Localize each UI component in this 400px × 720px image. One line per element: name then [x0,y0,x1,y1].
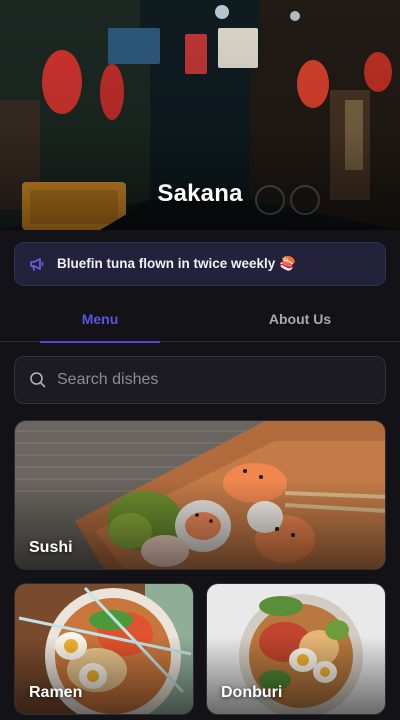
category-card-donburi[interactable]: Donburi [206,583,386,715]
restaurant-title: Sakana [157,180,243,207]
category-label: Sushi [29,539,73,556]
tab-bar: Menu About Us [0,296,400,343]
category-card-sushi[interactable]: Sushi [14,420,386,570]
search-input[interactable] [57,371,357,389]
card-overlay [15,636,193,714]
announcement-text: Bluefin tuna flown in twice weekly 🍣 [57,256,296,271]
tab-menu[interactable]: Menu [0,296,200,343]
tab-about-us[interactable]: About Us [200,296,400,342]
announcement-banner: Bluefin tuna flown in twice weekly 🍣 [14,242,386,286]
card-overlay [207,636,385,714]
category-label: Ramen [29,684,83,701]
category-card-ramen[interactable]: Ramen [14,583,194,715]
search-icon [29,371,47,389]
megaphone-icon [29,256,45,272]
search-bar [14,356,386,404]
hero-banner: Sakana [0,0,400,230]
category-label: Donburi [221,684,283,701]
